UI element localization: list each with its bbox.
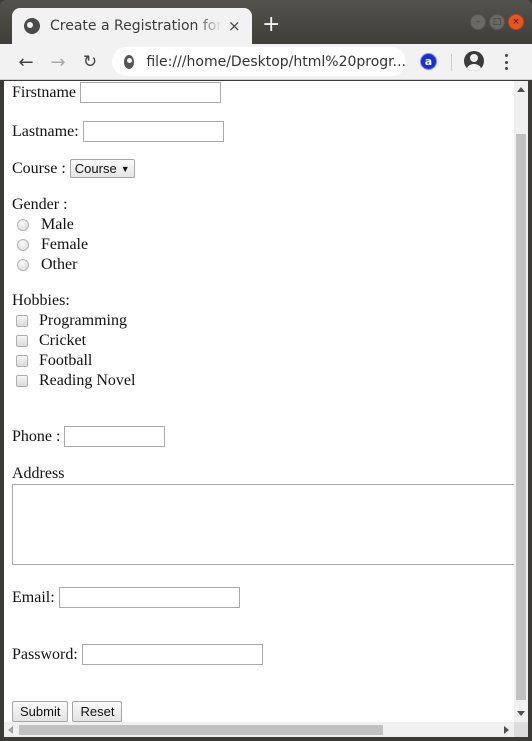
extension-icon[interactable]: a	[420, 53, 437, 70]
reset-button[interactable]: Reset	[72, 701, 123, 722]
hobby-option-football[interactable]: Football	[12, 352, 92, 370]
gender-option-label: Male	[41, 216, 74, 233]
scroll-up-arrow-icon[interactable]	[517, 87, 525, 92]
course-selected-value: Course	[74, 161, 117, 176]
password-row: Password:	[12, 644, 263, 665]
gender-option-label: Other	[41, 256, 78, 273]
title-bar: Create a Registration form × + – □ ×	[0, 0, 532, 44]
firstname-label: Firstname	[12, 83, 76, 101]
submit-button[interactable]: Submit	[12, 701, 69, 722]
back-button[interactable]: ←	[14, 50, 38, 74]
email-label: Email:	[12, 588, 55, 606]
hobby-option-label: Cricket	[39, 332, 87, 349]
profile-icon[interactable]	[464, 51, 484, 71]
password-label: Password:	[12, 645, 78, 663]
site-info-icon[interactable]	[124, 54, 135, 69]
course-label: Course :	[12, 159, 66, 177]
lastname-input[interactable]	[82, 121, 224, 142]
new-tab-button[interactable]: +	[262, 12, 280, 38]
hobbies-heading-row: Hobbies:	[12, 292, 70, 310]
firstname-row: Firstname	[12, 82, 221, 103]
url-text: file:///home/Desktop/html%20progr...	[146, 53, 406, 70]
gender-heading-row: Gender :	[12, 196, 68, 214]
course-row: Course : Course ▼	[12, 159, 135, 178]
hobby-reading-novel-checkbox[interactable]	[16, 375, 28, 387]
course-select[interactable]: Course ▼	[69, 159, 135, 178]
scroll-left-arrow-icon[interactable]	[8, 726, 13, 734]
browser-window: Create a Registration form × + – □ × ← →…	[0, 0, 532, 741]
hobby-option-label: Reading Novel	[39, 372, 136, 389]
scrollbar-corner	[514, 722, 528, 737]
gender-female-radio[interactable]	[17, 239, 29, 251]
email-row: Email:	[12, 587, 240, 608]
lastname-row: Lastname:	[12, 121, 224, 142]
vertical-scrollbar[interactable]	[514, 81, 528, 722]
reload-button[interactable]: ↻	[78, 50, 102, 74]
minimize-button[interactable]: –	[470, 14, 486, 30]
horizontal-scrollbar[interactable]	[4, 722, 514, 737]
address-textarea[interactable]	[12, 484, 524, 565]
tab-close-icon[interactable]: ×	[228, 17, 241, 35]
scroll-right-arrow-icon[interactable]	[504, 726, 509, 734]
menu-kebab-icon[interactable]	[500, 52, 512, 72]
browser-toolbar: ← → ↻ file:///home/Desktop/html%20progr.…	[0, 44, 532, 80]
browser-tab[interactable]: Create a Registration form ×	[12, 8, 252, 44]
page-viewport: Firstname Lastname: Course : Course ▼ Ge…	[4, 81, 528, 737]
gender-option-female[interactable]: Female	[12, 236, 88, 254]
hobby-cricket-checkbox[interactable]	[16, 335, 28, 347]
chevron-down-icon: ▼	[120, 163, 130, 174]
password-input[interactable]	[81, 644, 263, 665]
tab-title: Create a Registration form	[50, 18, 222, 34]
hobby-football-checkbox[interactable]	[16, 355, 28, 367]
gender-option-male[interactable]: Male	[12, 216, 74, 234]
email-input[interactable]	[58, 587, 240, 608]
gender-label: Gender :	[12, 196, 68, 213]
form-actions: Submit Reset	[12, 701, 126, 722]
hobby-option-programming[interactable]: Programming	[12, 312, 127, 330]
hobby-option-cricket[interactable]: Cricket	[12, 332, 86, 350]
gender-other-radio[interactable]	[17, 259, 29, 271]
close-window-button[interactable]: ×	[508, 14, 524, 30]
hobbies-label: Hobbies:	[12, 292, 70, 309]
address-bar[interactable]: file:///home/Desktop/html%20progr...	[112, 47, 406, 76]
phone-label: Phone :	[12, 427, 61, 445]
forward-button[interactable]: →	[46, 50, 70, 74]
gender-option-label: Female	[41, 236, 89, 253]
maximize-button[interactable]: □	[489, 14, 505, 30]
vertical-scroll-thumb[interactable]	[516, 134, 526, 700]
phone-input[interactable]	[64, 426, 166, 447]
phone-row: Phone :	[12, 426, 166, 447]
gender-male-radio[interactable]	[17, 219, 29, 231]
hobby-option-label: Football	[39, 352, 93, 369]
lastname-label: Lastname:	[12, 122, 79, 140]
gender-option-other[interactable]: Other	[12, 256, 77, 274]
toolbar-divider	[451, 54, 452, 71]
globe-icon	[24, 18, 40, 34]
address-label: Address	[12, 465, 65, 482]
hobby-option-reading-novel[interactable]: Reading Novel	[12, 372, 135, 390]
scroll-down-arrow-icon[interactable]	[517, 711, 525, 716]
hobby-option-label: Programming	[39, 312, 127, 329]
firstname-input[interactable]	[80, 82, 221, 103]
address-label-row: Address	[12, 465, 64, 483]
hobby-programming-checkbox[interactable]	[16, 315, 28, 327]
horizontal-scroll-thumb[interactable]	[19, 725, 383, 735]
